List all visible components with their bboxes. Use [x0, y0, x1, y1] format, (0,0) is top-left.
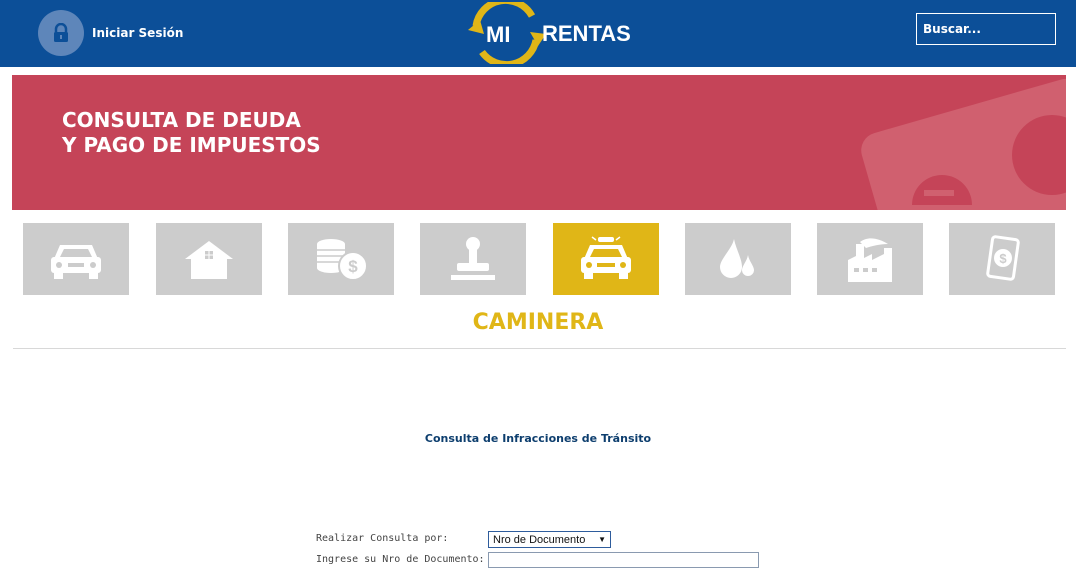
logo-text-rentas: RENTAS	[542, 21, 631, 46]
category-inmobiliario[interactable]	[156, 223, 262, 295]
svg-text:$: $	[348, 257, 358, 276]
lock-icon	[38, 10, 84, 56]
coins-icon: $	[317, 239, 368, 281]
category-agua[interactable]	[685, 223, 791, 295]
section-divider	[13, 348, 1066, 349]
query-by-label: Realizar Consulta por:	[316, 533, 449, 544]
banner-title-line2: Y PAGO DE IMPUESTOS	[62, 133, 321, 157]
document-dollar-icon: $	[986, 235, 1020, 281]
doc-number-label: Ingrese su Nro de Documento:	[316, 554, 485, 565]
search-input[interactable]	[916, 13, 1056, 45]
police-car-icon	[581, 236, 631, 279]
mi-rentas-logo[interactable]: MI RENTAS	[460, 0, 640, 69]
query-by-value: Nro de Documento	[493, 533, 586, 546]
category-otros[interactable]: $	[949, 223, 1055, 295]
login-label: Iniciar Sesión	[92, 26, 184, 40]
water-drop-icon	[720, 239, 754, 278]
hero-banner: CONSULTA DE DEUDA Y PAGO DE IMPUESTOS	[12, 75, 1066, 210]
chevron-down-icon: ▼	[598, 535, 606, 544]
banner-title-line1: CONSULTA DE DEUDA	[62, 108, 301, 132]
query-by-select[interactable]: Nro de Documento ▼	[488, 531, 611, 548]
house-icon	[185, 241, 233, 279]
category-industria[interactable]	[817, 223, 923, 295]
category-sellos[interactable]	[420, 223, 526, 295]
svg-text:$: $	[999, 251, 1007, 266]
category-tiles: $ $	[23, 223, 1055, 295]
login-link[interactable]: Iniciar Sesión	[38, 10, 183, 56]
form-title: Consulta de Infracciones de Tránsito	[424, 432, 652, 445]
logo-text-mi: MI	[486, 22, 510, 47]
top-header: Iniciar Sesión MI RENTAS	[0, 0, 1076, 69]
section-title: CAMINERA	[472, 310, 604, 335]
car-icon	[51, 245, 101, 279]
banner-title: CONSULTA DE DEUDA Y PAGO DE IMPUESTOS	[62, 108, 321, 158]
category-ingresos-brutos[interactable]: $	[288, 223, 394, 295]
factory-icon	[848, 238, 892, 282]
category-caminera[interactable]	[553, 223, 659, 295]
credit-card-illustration	[861, 78, 1066, 210]
category-automotor[interactable]	[23, 223, 129, 295]
doc-number-input[interactable]	[488, 552, 759, 568]
stamp-icon	[451, 237, 495, 280]
